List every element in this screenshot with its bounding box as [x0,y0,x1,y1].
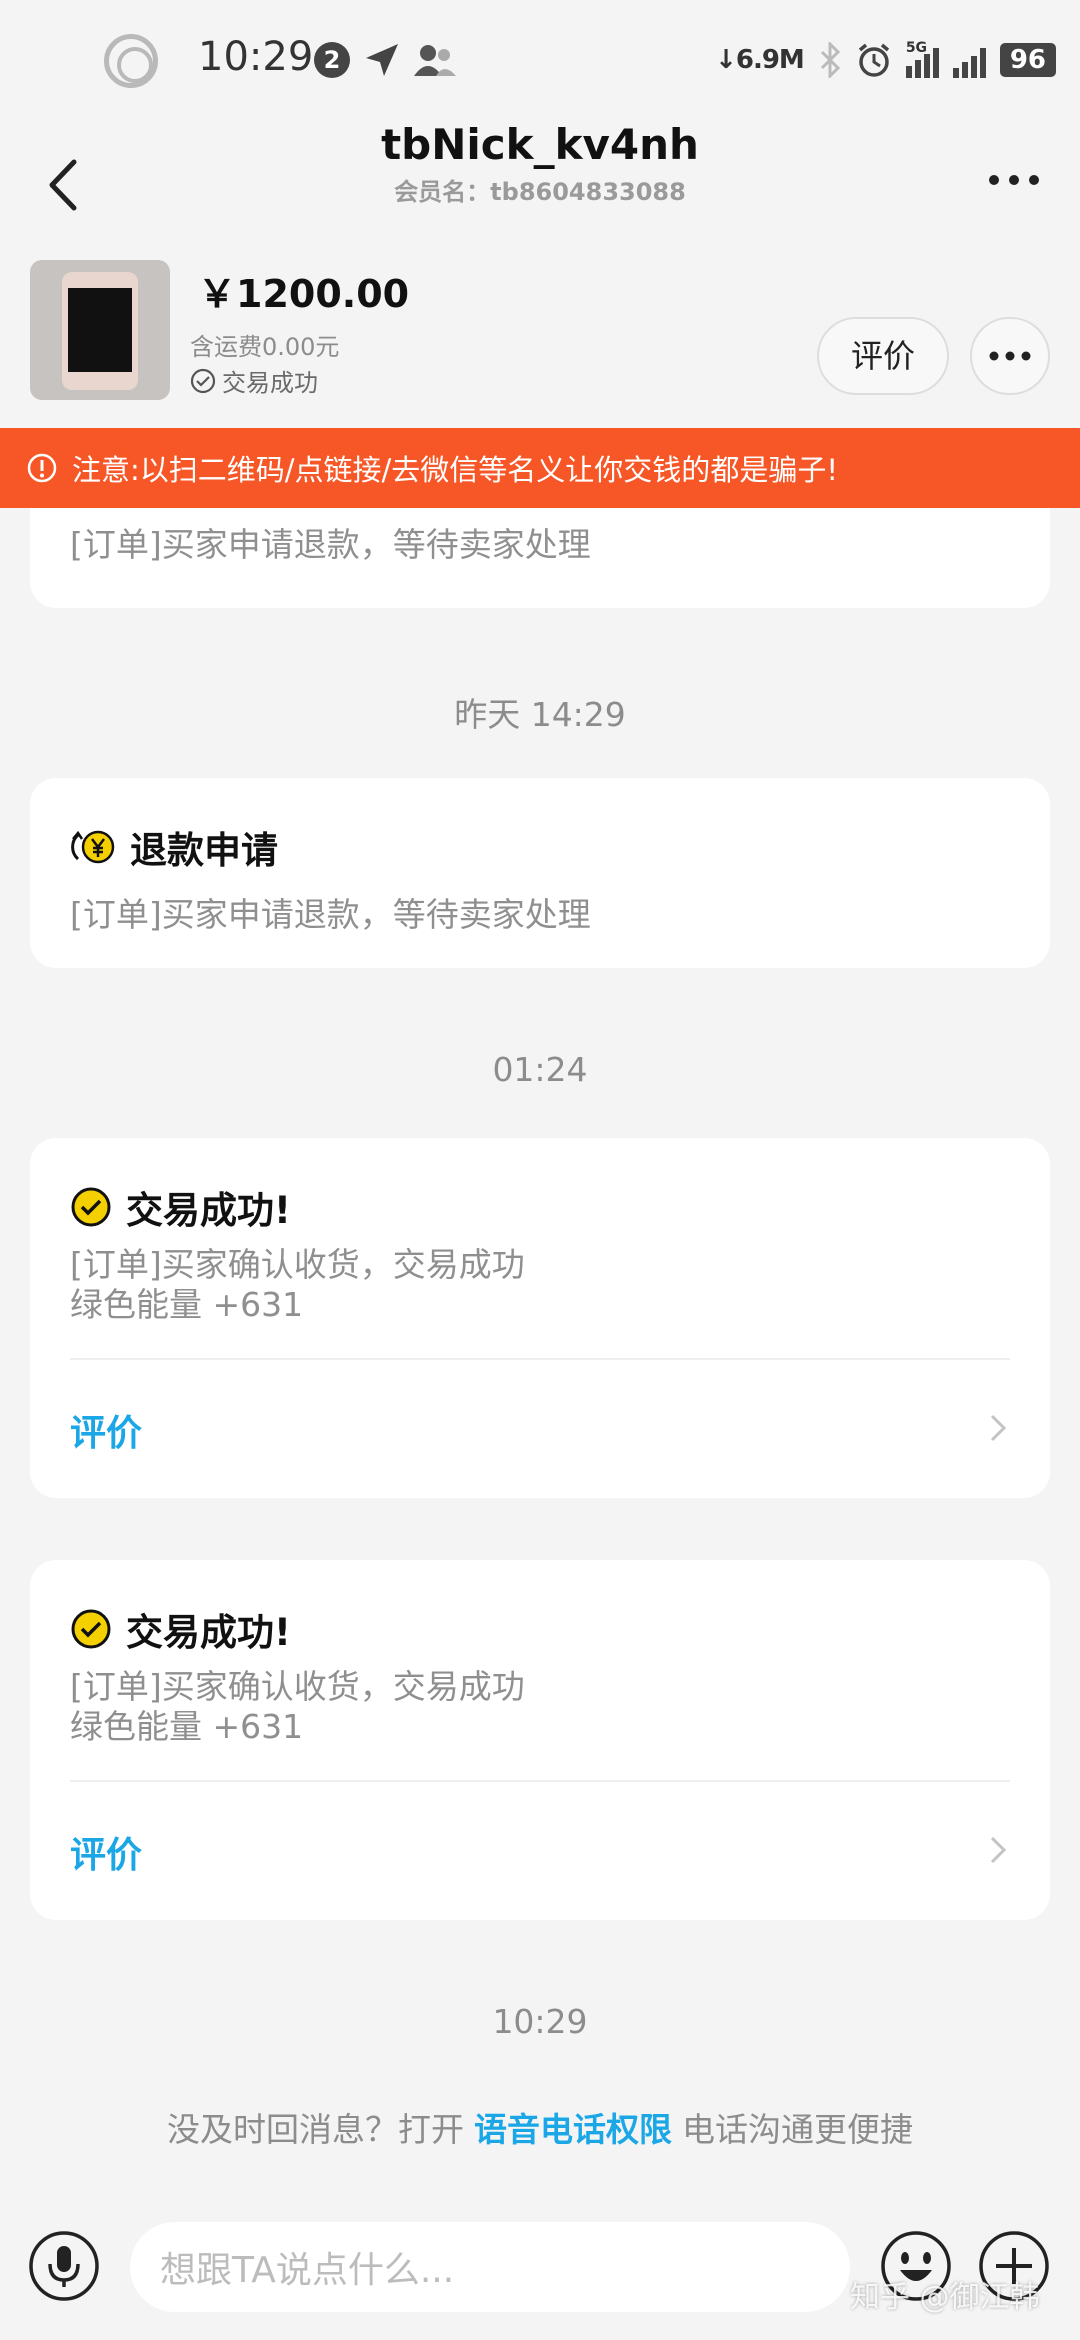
refund-message-card[interactable]: 退款申请 [订单]买家申请退款，等待卖家处理 [30,778,1050,968]
watermark: 知乎 @御江韩 [850,2280,1040,2315]
chevron-right-icon [990,1414,1007,1442]
signal-5g-icon: 5G [905,40,939,78]
status-bar: 10:29 2 ↓6.9M 5G 96 [0,0,1080,120]
check-badge-icon [71,1609,111,1649]
product-price: ￥1200.00 [198,272,410,316]
success-message-card[interactable]: 交易成功! [订单]买家确认收货，交易成功 绿色能量 +631 评价 [30,1138,1050,1498]
refund-title: 退款申请 [70,820,278,874]
net-speed: ↓6.9M [715,45,805,75]
divider [70,1780,1010,1782]
success-message-card[interactable]: 交易成功! [订单]买家确认收货，交易成功 绿色能量 +631 评价 [30,1560,1050,1920]
bluetooth-icon [820,42,840,78]
divider [70,1358,1010,1360]
review-link[interactable]: 评价 [70,1404,142,1456]
alarm-icon [858,43,889,77]
signal-icon [952,42,986,78]
fraud-warning-banner: 注意:以扫二维码/点链接/去微信等名义让你交钱的都是骗子! [0,428,1080,508]
shipping-fee: 含运费0.00元 [190,333,340,361]
hint-suffix: 电话沟通更便捷 [682,2110,913,2149]
timestamp: 10:29 [492,2002,588,2041]
refund-yen-icon [71,830,115,864]
review-link[interactable]: 评价 [70,1826,142,1878]
more-options-button[interactable] [984,160,1044,200]
warning-text: 注意:以扫二维码/点链接/去微信等名义让你交钱的都是骗子! [72,453,838,487]
check-badge-icon [71,1187,111,1227]
page-title: tbNick_kv4nh [381,120,699,169]
contacts-icon [414,45,456,76]
product-bar[interactable]: ￥1200.00 含运费0.00元 交易成功 评价 [0,255,1080,430]
warning-icon [27,453,57,483]
product-thumbnail[interactable] [30,260,170,400]
message-line: [订单]买家申请退款，等待卖家处理 [70,895,591,934]
voice-permission-link[interactable]: 语音电话权限 [474,2110,672,2149]
energy-line: 绿色能量 +631 [70,1707,304,1746]
record-icon [104,34,158,88]
chat-header: tbNick_kv4nh 会员名：tb8604833088 [0,120,1080,250]
energy-line: 绿色能量 +631 [70,1285,304,1324]
deal-status: 交易成功 [190,363,318,398]
member-name: 会员名：tb8604833088 [394,178,686,206]
more-icon [989,351,1031,361]
voice-call-hint: 没及时回消息？打开 语音电话权限 电话沟通更便捷 [0,2103,1080,2151]
timestamp: 昨天 14:29 [454,695,626,734]
status-time: 10:29 [198,34,314,80]
success-title: 交易成功! [70,1180,291,1234]
location-arrow-icon [366,44,398,76]
microphone-icon[interactable] [28,2230,100,2302]
message-line: [订单]买家申请退款，等待卖家处理 [70,525,591,564]
notification-count-badge: 2 [314,42,350,78]
message-input[interactable]: 想跟TA说点什么... [130,2222,850,2312]
battery-level: 96 [999,43,1056,77]
timestamp: 01:24 [492,1050,588,1089]
review-button[interactable]: 评价 [817,317,949,395]
hint-prefix: 没及时回消息？打开 [167,2110,464,2149]
product-more-button[interactable] [970,317,1050,395]
success-title: 交易成功! [70,1602,291,1656]
chevron-right-icon [990,1836,1007,1864]
check-circle-icon [190,368,216,393]
